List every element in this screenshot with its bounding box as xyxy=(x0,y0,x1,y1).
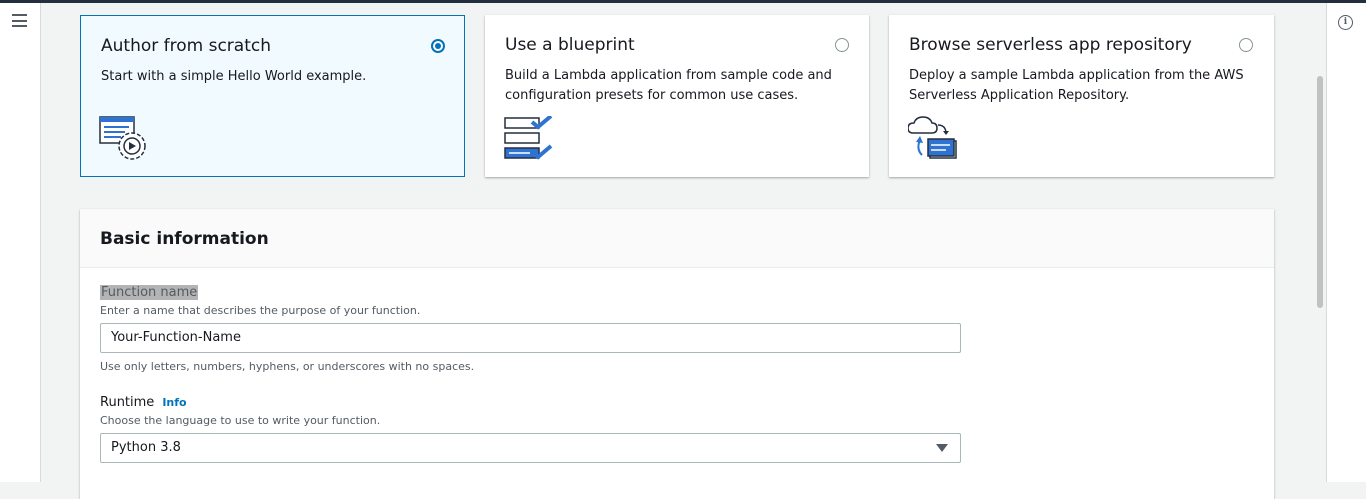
hamburger-menu-icon[interactable] xyxy=(12,14,27,27)
panel-title: Basic information xyxy=(100,229,269,249)
runtime-hint: Choose the language to use to write your… xyxy=(100,414,381,427)
author-from-scratch-icon xyxy=(99,116,146,160)
option-use-a-blueprint[interactable]: Use a blueprint Build a Lambda applicati… xyxy=(485,15,869,177)
option-author-from-scratch[interactable]: Author from scratch Start with a simple … xyxy=(80,15,465,177)
basic-information-panel: Basic information Function name Enter a … xyxy=(80,209,1274,499)
function-name-input[interactable]: Your-Function-Name xyxy=(100,323,961,353)
right-help-panel xyxy=(1326,3,1366,482)
panel-header: Basic information xyxy=(80,209,1274,268)
option-browse-serverless-app-repository[interactable]: Browse serverless app repository Deploy … xyxy=(889,15,1274,177)
info-icon[interactable]: i xyxy=(1338,15,1353,30)
caret-down-icon xyxy=(936,444,948,452)
function-name-constraint: Use only letters, numbers, hyphens, or u… xyxy=(100,360,475,373)
scrollbar-thumb[interactable] xyxy=(1317,76,1323,308)
radio-use-a-blueprint[interactable] xyxy=(835,38,849,52)
runtime-label: Runtime xyxy=(100,395,155,410)
blueprint-icon xyxy=(504,116,553,160)
runtime-value: Python 3.8 xyxy=(111,440,181,455)
runtime-select[interactable]: Python 3.8 xyxy=(100,433,961,463)
function-name-hint: Enter a name that describes the purpose … xyxy=(100,304,421,317)
function-name-value: Your-Function-Name xyxy=(111,330,241,345)
card-title: Author from scratch xyxy=(101,36,271,56)
card-description: Build a Lambda application from sample c… xyxy=(505,68,832,103)
function-name-label: Function name xyxy=(100,285,199,300)
radio-browse-serverless-app-repository[interactable] xyxy=(1239,38,1253,52)
top-bar xyxy=(0,0,1366,3)
card-description: Start with a simple Hello World example. xyxy=(101,69,367,84)
runtime-info-link[interactable]: Info xyxy=(162,396,186,409)
serverless-repository-icon xyxy=(908,116,957,159)
radio-author-from-scratch[interactable] xyxy=(431,39,445,53)
card-title: Browse serverless app repository xyxy=(909,35,1192,55)
runtime-label-row: Runtime Info xyxy=(100,395,187,410)
card-description: Deploy a sample Lambda application from … xyxy=(909,68,1244,103)
left-nav xyxy=(0,3,41,482)
card-title: Use a blueprint xyxy=(505,35,635,55)
